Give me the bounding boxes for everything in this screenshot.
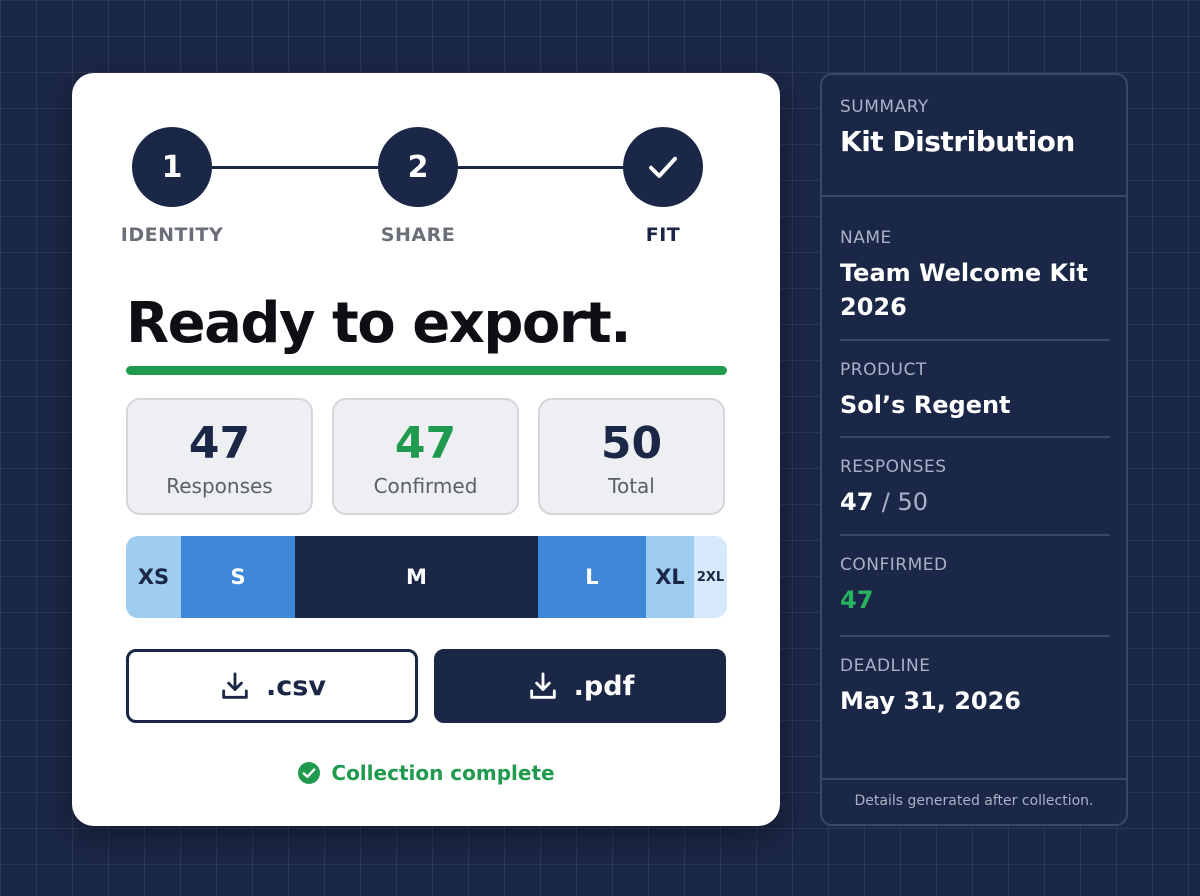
field-label: PRODUCT — [840, 360, 927, 380]
summary-name: NAME Team Welcome Kit 2026 — [840, 228, 1110, 324]
stat-card-total: 50 Total — [538, 398, 725, 515]
field-value: Sol’s Regent — [840, 391, 1011, 419]
size-segment-m[interactable]: M — [295, 536, 538, 618]
divider — [840, 339, 1110, 341]
stat-label: Confirmed — [373, 474, 478, 498]
field-label: CONFIRMED — [840, 555, 948, 575]
export-csv-button[interactable]: .csv — [126, 649, 418, 723]
summary-confirmed: CONFIRMED 47 — [840, 555, 1110, 617]
button-label: .pdf — [573, 670, 635, 702]
stats-row: 47 Responses 47 Confirmed 50 Total — [126, 398, 727, 515]
field-label: DEADLINE — [840, 656, 931, 676]
field-label: NAME — [840, 228, 892, 248]
step-number: 1 — [161, 149, 183, 185]
size-segment-xs[interactable]: XS — [126, 536, 181, 618]
summary-panel: SUMMARY Kit Distribution NAME Team Welco… — [820, 73, 1128, 826]
summary-header: SUMMARY Kit Distribution — [840, 97, 1075, 158]
stat-value: 47 — [188, 418, 251, 469]
export-pdf-button[interactable]: .pdf — [434, 649, 726, 723]
field-value: Team Welcome Kit 2026 — [840, 259, 1088, 321]
divider — [822, 778, 1126, 780]
summary-title: Kit Distribution — [840, 125, 1075, 158]
responses-count: 47 — [840, 488, 874, 516]
stat-value: 47 — [394, 418, 457, 469]
step-number: 2 — [407, 149, 429, 185]
size-segment-2xl[interactable]: 2XL — [694, 536, 727, 618]
stat-card-confirmed: 47 Confirmed — [332, 398, 519, 515]
summary-eyebrow: SUMMARY — [840, 97, 929, 117]
export-card: 1 2 IDENTITY SHARE FIT Ready to export. … — [72, 73, 780, 826]
page-title: Ready to export. — [126, 291, 632, 356]
step-label-fit: FIT — [645, 224, 681, 246]
stat-label: Responses — [166, 474, 273, 498]
divider — [840, 635, 1110, 637]
divider — [822, 195, 1126, 197]
size-segment-s[interactable]: S — [181, 536, 295, 618]
step-label-identity: IDENTITY — [120, 224, 224, 246]
step-label-share: SHARE — [380, 224, 456, 246]
button-label: .csv — [266, 670, 326, 702]
step-share-marker[interactable]: 2 — [378, 127, 458, 207]
summary-footer-note: Details generated after collection. — [854, 793, 1094, 809]
field-label: RESPONSES — [840, 457, 947, 477]
title-underline — [126, 366, 727, 375]
divider — [840, 436, 1110, 438]
summary-product: PRODUCT Sol’s Regent — [840, 360, 1110, 422]
field-value: May 31, 2026 — [840, 687, 1022, 715]
stat-card-responses: 47 Responses — [126, 398, 313, 515]
download-icon — [222, 672, 248, 699]
check-icon — [649, 156, 677, 178]
responses-total: / 50 — [881, 488, 929, 516]
divider — [840, 534, 1110, 536]
collection-status: Collection complete — [72, 761, 780, 785]
field-value: 47 / 50 — [840, 485, 1110, 519]
stat-label: Total — [608, 474, 655, 498]
summary-responses: RESPONSES 47 / 50 — [840, 457, 1110, 519]
field-value: 47 — [840, 586, 874, 614]
check-circle-icon — [298, 762, 321, 784]
size-segment-l[interactable]: L — [538, 536, 646, 618]
step-identity-marker[interactable]: 1 — [132, 127, 212, 207]
status-text: Collection complete — [331, 761, 555, 785]
step-fit-marker[interactable] — [623, 127, 703, 207]
download-icon — [529, 672, 556, 699]
size-distribution-bar: XS S M L XL 2XL — [126, 536, 727, 618]
summary-deadline: DEADLINE May 31, 2026 — [840, 656, 1110, 718]
size-segment-xl[interactable]: XL — [646, 536, 694, 618]
stat-value: 50 — [600, 418, 663, 469]
